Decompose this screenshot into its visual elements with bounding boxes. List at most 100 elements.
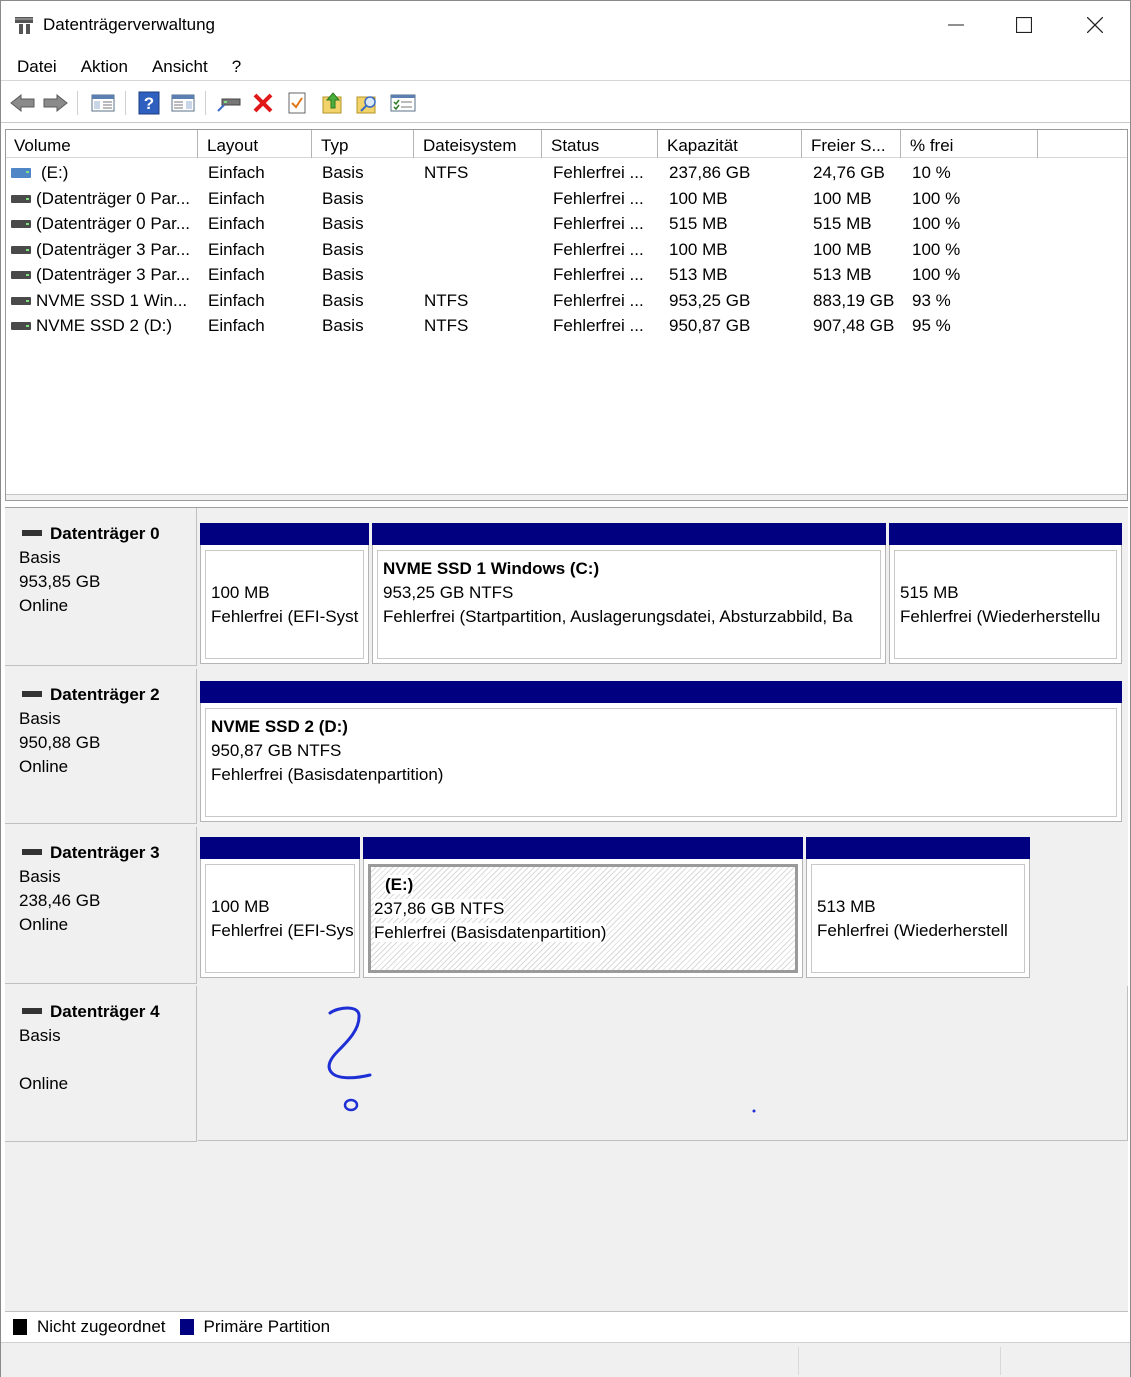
disk-info-2[interactable]: Datenträger 2 Basis 950,88 GB Online — [5, 669, 197, 824]
primary-partition-bar — [200, 681, 1122, 703]
volume-row[interactable]: (Datenträger 3 Par... Einfach Basis Fehlerf… — [6, 263, 1127, 288]
disk-type: Basis — [19, 709, 61, 728]
cell-prozent-frei: 100 % — [912, 214, 961, 233]
cell-volume: (E:) — [41, 163, 69, 182]
cell-volume: (Datenträger 0 Par... — [36, 188, 191, 208]
volume-row[interactable]: (Datenträger 0 Par... Einfach Basis Fehlerf… — [6, 187, 1127, 212]
partition-efi-disk3[interactable]: 100 MB Fehlerfrei (EFI-Sys — [200, 837, 360, 978]
cell-layout: Einfach — [208, 290, 265, 310]
back-button[interactable] — [9, 89, 37, 117]
partition-size: 100 MB — [211, 583, 270, 602]
menu-aktion[interactable]: Aktion — [69, 51, 140, 80]
disk-4-empty-area[interactable] — [198, 986, 1128, 1141]
column-header-status[interactable]: Status — [543, 130, 658, 158]
cell-freier-speicher: 907,48 GB — [813, 316, 895, 335]
volume-row[interactable]: NVME SSD 2 (D:) Einfach Basis NTFS Fehlerfre… — [6, 314, 1127, 339]
cell-freier-speicher: 883,19 GB — [813, 290, 895, 310]
partition-size: 513 MB — [817, 897, 876, 916]
partition-e-drive-selected[interactable]: (E:) 237,86 GB NTFS Fehlerfrei (Basisdat… — [363, 837, 803, 978]
primary-partition-bar — [889, 523, 1122, 545]
menu-bar: Datei Aktion Ansicht ? — [1, 51, 1130, 81]
close-icon — [1087, 17, 1103, 33]
column-header-dateisystem[interactable]: Dateisystem — [415, 130, 542, 158]
cell-status: Fehlerfrei ... — [553, 163, 644, 182]
partition-name: NVME SSD 1 Windows (C:) — [383, 559, 600, 578]
list-horizontal-scrollbar[interactable] — [6, 494, 1127, 500]
cell-volume: (Datenträger 0 Par... — [36, 214, 191, 233]
window-title: Datenträgerverwaltung — [43, 15, 215, 34]
help-button[interactable]: ? — [135, 89, 163, 117]
partition-size: 237,86 GB NTFS — [374, 899, 505, 918]
legend-label-primary: Primäre Partition — [203, 1316, 331, 1336]
forward-button[interactable] — [41, 89, 69, 117]
minimize-button[interactable] — [921, 1, 991, 49]
disk-info-3[interactable]: Datenträger 3 Basis 238,46 GB Online — [5, 827, 197, 984]
export-button[interactable] — [319, 89, 347, 117]
column-header-layout[interactable]: Layout — [199, 130, 312, 158]
partition-efi-disk0[interactable]: 100 MB Fehlerfrei (EFI-Syst — [200, 523, 369, 664]
partition-recovery-disk3[interactable]: 513 MB Fehlerfrei (Wiederherstell — [806, 837, 1030, 978]
column-header-volume[interactable]: Volume — [6, 130, 198, 158]
cell-volume: (Datenträger 3 Par... — [36, 265, 191, 284]
partition-status: Fehlerfrei (Wiederherstell — [817, 921, 1008, 940]
find-button[interactable] — [353, 89, 381, 117]
cell-status: Fehlerfrei ... — [553, 290, 644, 310]
partition-c-drive[interactable]: NVME SSD 1 Windows (C:) 953,25 GB NTFS F… — [372, 523, 886, 664]
disk-info-0[interactable]: Datenträger 0 Basis 953,85 GB Online — [5, 508, 197, 666]
partition-d-drive[interactable]: NVME SSD 2 (D:) 950,87 GB NTFS Fehlerfre… — [200, 681, 1122, 822]
console-tree-button[interactable] — [89, 89, 117, 117]
checklist-icon — [390, 94, 416, 112]
cell-kapazitaet: 513 MB — [669, 265, 728, 284]
volume-list[interactable]: Volume Layout Typ Dateisystem Status Kap… — [5, 129, 1128, 501]
legend: Nicht zugeordnet Primäre Partition — [5, 1311, 1128, 1341]
find-icon — [356, 96, 376, 114]
cell-volume: (Datenträger 3 Par... — [36, 239, 191, 259]
cell-layout: Einfach — [208, 239, 265, 259]
delete-icon — [253, 93, 273, 113]
legend-label-unallocated: Nicht zugeordnet — [37, 1316, 166, 1336]
action-pane-button[interactable] — [169, 89, 197, 117]
volume-row[interactable]: NVME SSD 1 Win... Einfach Basis NTFS Fehlerf… — [6, 289, 1127, 314]
partition-status: Fehlerfrei (Basisdatenpartition) — [211, 765, 444, 784]
partition-name: (E:) — [385, 875, 414, 894]
connect-drive-button[interactable] — [215, 89, 243, 117]
close-button[interactable] — [1060, 1, 1130, 49]
cell-status: Fehlerfrei ... — [553, 316, 644, 335]
column-header-kapazitaet[interactable]: Kapazität — [659, 130, 802, 158]
disk-size: 953,85 GB — [19, 572, 101, 591]
cell-status: Fehlerfrei ... — [553, 265, 644, 284]
disk-size: 238,46 GB — [19, 891, 101, 910]
disk-name: Datenträger 2 — [19, 683, 196, 707]
checklist-button[interactable] — [389, 89, 417, 117]
primary-partition-bar — [200, 523, 369, 545]
column-header-freier-speicher[interactable]: Freier S... — [803, 130, 901, 158]
legend-swatch-primary — [179, 1318, 194, 1335]
partition-status: Fehlerfrei (Basisdatenpartition) — [374, 923, 607, 942]
menu-ansicht[interactable]: Ansicht — [140, 51, 220, 80]
volume-row[interactable]: (Datenträger 0 Par... Einfach Basis Fehlerf… — [6, 212, 1127, 237]
disk-info-4[interactable]: Datenträger 4 Basis Online — [5, 986, 197, 1142]
cell-kapazitaet: 100 MB — [669, 239, 728, 259]
handwritten-annotation-icon — [327, 1006, 372, 1112]
delete-button[interactable] — [249, 89, 277, 117]
cell-prozent-frei: 100 % — [912, 239, 961, 259]
disk-state: Online — [19, 596, 69, 615]
cell-layout: Einfach — [208, 316, 265, 335]
cell-typ: Basis — [322, 214, 364, 233]
volume-drive-icon — [11, 296, 31, 305]
partition-recovery-disk0[interactable]: 515 MB Fehlerfrei (Wiederherstellu — [889, 523, 1122, 664]
column-header-typ[interactable]: Typ — [313, 130, 414, 158]
volume-row[interactable]: (Datenträger 3 Par... Einfach Basis Fehlerf… — [6, 238, 1127, 263]
disk-state: Online — [19, 1074, 69, 1093]
maximize-button[interactable] — [989, 1, 1059, 49]
partition-size: 100 MB — [211, 897, 270, 916]
column-header-prozent-frei[interactable]: % frei — [902, 130, 1038, 158]
disk-row-3: Datenträger 3 Basis 238,46 GB Online 100… — [5, 827, 1128, 984]
disk-state: Online — [19, 757, 69, 776]
forward-arrow-icon — [43, 93, 68, 113]
properties-button[interactable] — [283, 89, 311, 117]
menu-datei[interactable]: Datei — [1, 51, 69, 80]
disk-type: Basis — [19, 548, 61, 567]
volume-row[interactable]: (E:) Einfach Basis NTFS Fehlerfrei ... 237,86… — [6, 161, 1127, 186]
menu-help[interactable]: ? — [220, 51, 253, 80]
